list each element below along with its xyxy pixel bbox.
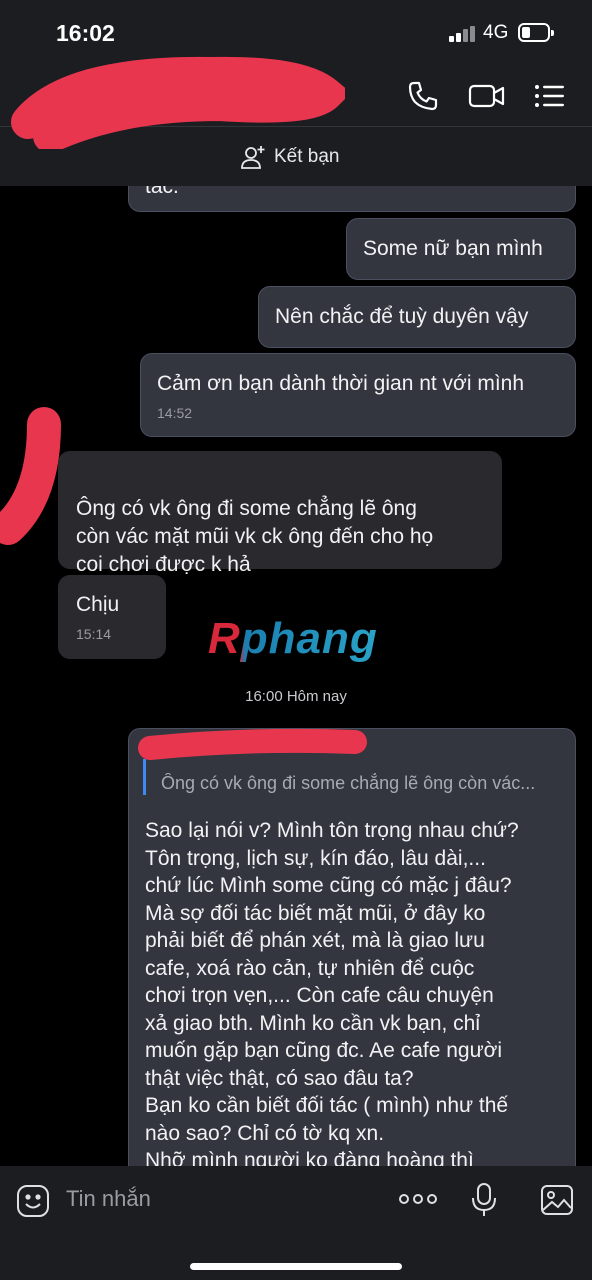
menu-icon[interactable]	[534, 78, 566, 114]
watermark-text: Rphang	[208, 614, 378, 663]
emoji-icon[interactable]	[16, 1184, 50, 1218]
watermark: Rphang	[208, 614, 378, 664]
quote-author-redaction	[138, 728, 367, 760]
add-friend-label: Kết bạn	[274, 146, 340, 167]
message-text: Cảm ơn bạn dành thời gian nt với mình	[157, 372, 525, 395]
message-text: Chịu	[76, 593, 120, 616]
message-time: 14:52	[157, 405, 193, 421]
message-time: 15:14	[76, 626, 112, 642]
image-icon[interactable]	[540, 1184, 574, 1216]
message-text: Some nữ bạn mình	[363, 237, 543, 260]
microphone-icon[interactable]	[471, 1182, 497, 1218]
message-bubble-reply[interactable]: Ông có vk ông đi some chẳng lẽ ông còn v…	[128, 728, 576, 1198]
message-bubble-incoming[interactable]: Ông có vk ông đi some chẳng lẽ ông còn v…	[58, 451, 502, 576]
date-divider: 16:00 Hôm nay	[245, 688, 347, 705]
more-icon[interactable]	[398, 1192, 438, 1206]
video-call-icon[interactable]	[468, 78, 506, 114]
message-text: Ông có vk ông đi some chẳng lẽ ông còn v…	[76, 497, 434, 576]
message-text: Sao lại nói v? Mình tôn trọng nhau chứ? …	[145, 819, 519, 1172]
status-time: 16:02	[56, 20, 115, 46]
phone-icon[interactable]	[405, 78, 441, 114]
message-bubble-outgoing[interactable]: Cảm ơn bạn dành thời gian nt với mình 14…	[140, 353, 576, 437]
message-text: Nên chắc để tuỳ duyên vậy	[275, 305, 529, 328]
name-redaction	[11, 56, 345, 149]
message-input[interactable]: Tin nhắn	[66, 1186, 151, 1212]
signal-icon	[449, 26, 475, 42]
message-bubble-outgoing[interactable]: Nên chắc để tuỳ duyên vậy	[258, 286, 576, 348]
battery-fill	[522, 27, 530, 38]
message-bubble-incoming[interactable]: Chịu 15:14	[58, 575, 166, 659]
message-bubble-outgoing[interactable]: Some nữ bạn mình	[346, 218, 576, 280]
home-indicator	[190, 1263, 402, 1270]
network-type: 4G	[483, 22, 509, 43]
battery-icon	[518, 23, 554, 42]
quoted-message[interactable]: Ông có vk ông đi some chẳng lẽ ông còn v…	[161, 773, 561, 794]
